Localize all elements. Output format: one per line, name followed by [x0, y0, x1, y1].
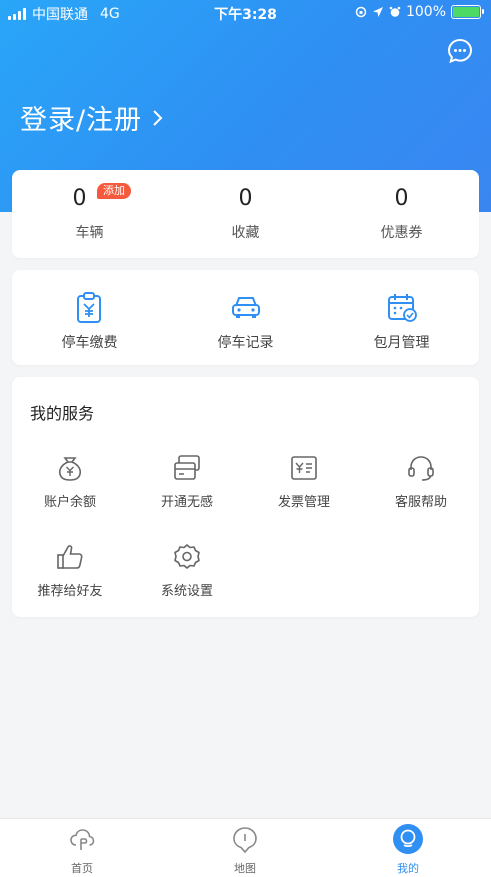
stat-favorites-label: 收藏: [231, 225, 260, 241]
login-register-link[interactable]: 登录/注册: [20, 98, 164, 137]
money-bag-icon: [58, 457, 82, 481]
alarm-icon: [389, 6, 401, 17]
system-settings-label: 系统设置: [160, 584, 213, 599]
tab-profile[interactable]: 我的: [348, 819, 468, 877]
status-right: 100%: [355, 4, 484, 20]
battery-icon: [451, 5, 484, 19]
functions-card: 停车缴费 停车记录 包月管理: [12, 270, 479, 365]
open-seamless-label: 开通无感: [160, 495, 213, 510]
gear-icon: [174, 544, 200, 569]
bottom-tab-bar: 首页 地图 我的: [0, 818, 491, 877]
stat-vehicles-label: 车辆: [75, 225, 104, 241]
parking-payment-label: 停车缴费: [61, 335, 118, 351]
system-settings-button[interactable]: 系统设置: [132, 543, 242, 623]
payment-icon: [77, 292, 101, 323]
location-arrow-icon: [372, 7, 383, 17]
stat-coupons[interactable]: 0 优惠券: [324, 170, 479, 258]
calendar-icon: [388, 294, 417, 322]
customer-service-label: 客服帮助: [394, 495, 447, 510]
add-vehicle-badge[interactable]: 添加: [97, 183, 131, 199]
thumbs-up-icon: [57, 545, 83, 569]
parking-payment-button[interactable]: 停车缴费: [12, 270, 167, 365]
map-pin-icon: [233, 827, 257, 854]
monthly-management-label: 包月管理: [373, 335, 430, 351]
message-icon[interactable]: [447, 38, 473, 64]
battery-percent: 100%: [405, 4, 446, 20]
tab-profile-label: 我的: [397, 862, 419, 875]
monthly-management-button[interactable]: 包月管理: [324, 270, 479, 365]
stat-favorites[interactable]: 0 收藏: [168, 170, 323, 258]
tab-map[interactable]: 地图: [185, 819, 305, 877]
profile-icon: [393, 824, 423, 854]
stat-vehicles-value: 0: [72, 186, 87, 211]
parking-records-button[interactable]: 停车记录: [168, 270, 323, 365]
stat-favorites-value: 0: [238, 186, 253, 211]
account-balance-button[interactable]: 账户余额: [15, 454, 125, 534]
account-balance-label: 账户余额: [43, 495, 96, 510]
chevron-right-icon: [153, 109, 163, 126]
invoice-icon: [291, 456, 317, 480]
tab-home-label: 首页: [71, 862, 93, 875]
recommend-friends-button[interactable]: 推荐给好友: [15, 543, 125, 623]
customer-service-button[interactable]: 客服帮助: [366, 454, 476, 534]
my-services-card: 我的服务 账户余额 开通无感 发票管理 客服帮助 推荐给好友 系统设置: [12, 377, 479, 617]
tab-map-label: 地图: [234, 862, 256, 875]
status-bar: 中国联通 4G 下午3:28 100%: [0, 0, 491, 26]
recommend-friends-label: 推荐给好友: [37, 584, 103, 599]
card-icon: [174, 455, 200, 480]
headset-icon: [408, 456, 434, 481]
parking-records-label: 停车记录: [217, 335, 274, 351]
car-icon: [232, 297, 260, 318]
stat-vehicles[interactable]: 0 添加 车辆: [12, 170, 167, 258]
home-icon: [70, 829, 95, 850]
open-seamless-button[interactable]: 开通无感: [132, 454, 242, 534]
stats-card: 0 添加 车辆 0 收藏 0 优惠券: [12, 170, 479, 258]
stat-coupons-value: 0: [394, 186, 409, 211]
lock-rotation-icon: [355, 6, 367, 18]
tab-home[interactable]: 首页: [22, 819, 142, 877]
invoice-management-button[interactable]: 发票管理: [249, 454, 359, 534]
stat-coupons-label: 优惠券: [380, 225, 423, 241]
login-label: 登录/注册: [20, 105, 143, 136]
services-title: 我的服务: [30, 404, 95, 423]
invoice-management-label: 发票管理: [277, 495, 330, 510]
